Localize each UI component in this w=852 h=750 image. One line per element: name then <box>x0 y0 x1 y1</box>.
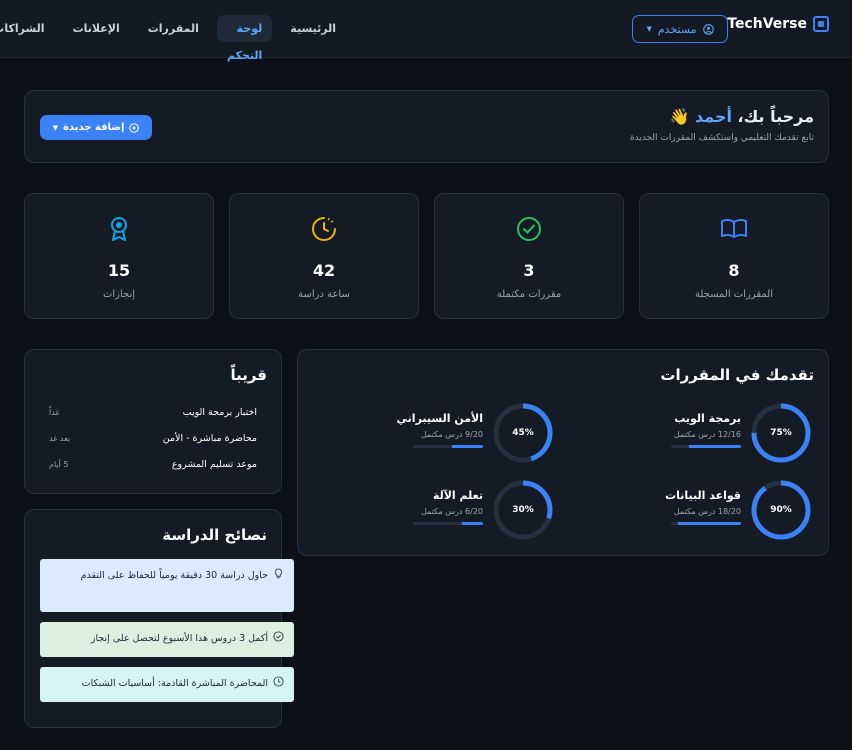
upcoming-item-title: موعد تسليم المشروع <box>172 459 258 470</box>
progress-bar-fill <box>689 445 742 448</box>
progress-percent: 30% <box>513 505 535 515</box>
progress-percent: 75% <box>771 428 793 438</box>
stat-label: ساعة دراسة <box>299 289 351 300</box>
nav-link-announcements[interactable]: الإعلانات <box>64 15 131 42</box>
stat-card-enrolled: 8 المقررات المسجلة <box>640 193 830 319</box>
user-menu-button[interactable]: مستخدم ▼ <box>633 15 729 43</box>
plus-circle-icon <box>130 122 141 133</box>
welcome-title: مرحباً بك، أحمد 👋 <box>670 107 815 126</box>
brand-name: TechVerse <box>728 16 808 32</box>
tip-text: أكمل 3 دروس هذا الأسبوع لتحصل على إنجاز <box>91 633 269 644</box>
welcome-card: مرحباً بك، أحمد 👋 تابع تقدمك التعليمي وا… <box>25 90 830 163</box>
progress-bar <box>672 445 742 448</box>
course-progress-card: تقدمك في المقررات 75% برمجة الويب 12/16 … <box>298 349 830 556</box>
award-icon <box>112 217 128 241</box>
course-name: تعلم الآلة <box>433 489 484 502</box>
upcoming-card: قريباً اختبار برمجة الويب غداً محاضرة مب… <box>25 349 283 494</box>
study-tips-card: نصائح الدراسة حاول دراسة 30 دقيقة يومياً… <box>25 509 295 728</box>
check-circle-icon <box>518 217 542 241</box>
stat-label: المقررات المسجلة <box>695 289 775 300</box>
course-item[interactable]: 30% تعلم الآلة 6/20 درس مكتمل <box>298 478 556 542</box>
nav-link-home[interactable]: الرئيسية <box>281 15 347 42</box>
tip-text: المحاضرة المباشرة القادمة: أساسيات الشبك… <box>82 678 269 689</box>
course-item[interactable]: 90% قواعد البيانات 18/20 درس مكتمل <box>556 478 814 542</box>
tip-item: المحاضرة المباشرة القادمة: أساسيات الشبك… <box>41 667 295 702</box>
stat-card-hours: 42 ساعة دراسة <box>230 193 420 319</box>
caret-down-icon: ▼ <box>53 123 60 132</box>
course-name: برمجة الويب <box>675 412 742 425</box>
stat-label: إنجازات <box>103 289 137 300</box>
progress-title: تقدمك في المقررات <box>661 366 815 384</box>
course-progress-text: 18/20 درس مكتمل <box>674 507 742 516</box>
course-name: قواعد البيانات <box>666 489 742 502</box>
progress-bar <box>672 522 742 525</box>
user-menu-label: مستخدم <box>658 22 698 36</box>
brand-logo[interactable]: TechVerse <box>728 16 830 32</box>
upcoming-item[interactable]: محاضرة مباشرة - الأمن بعد غد <box>50 433 258 447</box>
course-progress-text: 9/20 درس مكتمل <box>421 430 484 439</box>
upcoming-item[interactable]: اختبار برمجة الويب غداً <box>50 407 258 421</box>
user-icon <box>703 23 715 35</box>
tips-title: نصائح الدراسة <box>163 526 268 544</box>
nav-link-dashboard[interactable]: لوحة التحكم <box>217 15 274 62</box>
stat-label: مقررات مكتملة <box>497 289 563 300</box>
stat-value: 42 <box>313 261 337 280</box>
stat-card-completed: 3 مقررات مكتملة <box>435 193 625 319</box>
progress-bar-fill <box>452 445 484 448</box>
clock-icon <box>274 676 285 687</box>
progress-bar-fill <box>679 522 742 525</box>
user-name: أحمد <box>695 107 733 126</box>
upcoming-item[interactable]: موعد تسليم المشروع 5 أيام <box>50 459 258 473</box>
add-new-label: إضافة جديدة <box>64 122 126 133</box>
course-item[interactable]: 75% برمجة الويب 12/16 درس مكتمل <box>556 401 814 465</box>
lightbulb-icon <box>275 568 284 579</box>
nav-link-partnerships[interactable]: الشراكات <box>0 15 56 42</box>
nav-links: الرئيسية لوحة التحكم المقررات الإعلانات … <box>0 15 347 62</box>
upcoming-title: قريباً <box>231 366 268 384</box>
clock-icon <box>313 217 337 241</box>
progress-bar <box>414 522 484 525</box>
tip-text: حاول دراسة 30 دقيقة يومياً للحفاظ على ال… <box>81 570 269 581</box>
caret-down-icon: ▼ <box>647 25 653 33</box>
stat-card-achievements: 15 إنجازات <box>25 193 215 319</box>
stat-value: 3 <box>524 261 536 280</box>
tip-item: أكمل 3 دروس هذا الأسبوع لتحصل على إنجاز <box>41 622 295 657</box>
upcoming-item-time: غداً <box>50 408 61 417</box>
add-new-button[interactable]: إضافة جديدة ▼ <box>41 115 153 140</box>
greeting-text: مرحباً بك، <box>738 107 815 126</box>
upcoming-item-time: بعد غد <box>50 434 72 443</box>
course-item[interactable]: 45% الأمن السيبراني 9/20 درس مكتمل <box>298 401 556 465</box>
course-name: الأمن السيبراني <box>397 412 484 425</box>
welcome-subtitle: تابع تقدمك التعليمي واستكشف المقررات الج… <box>630 133 815 143</box>
check-circle-icon <box>274 631 285 642</box>
wave-emoji: 👋 <box>670 107 691 126</box>
chip-icon <box>814 16 830 32</box>
course-progress-text: 12/16 درس مكتمل <box>674 430 742 439</box>
course-progress-text: 6/20 درس مكتمل <box>421 507 484 516</box>
book-icon <box>722 218 748 238</box>
upcoming-item-time: 5 أيام <box>50 460 70 469</box>
top-navbar: TechVerse مستخدم ▼ الرئيسية لوحة التحكم … <box>0 0 852 62</box>
upcoming-item-title: اختبار برمجة الويب <box>183 407 258 418</box>
progress-bar <box>414 445 484 448</box>
progress-percent: 45% <box>513 428 535 438</box>
upcoming-item-title: محاضرة مباشرة - الأمن <box>163 433 258 444</box>
progress-percent: 90% <box>771 505 793 515</box>
tip-item: حاول دراسة 30 دقيقة يومياً للحفاظ على ال… <box>41 559 295 612</box>
nav-link-courses[interactable]: المقررات <box>139 15 210 42</box>
progress-bar-fill <box>463 522 484 525</box>
stat-value: 15 <box>108 261 132 280</box>
stat-value: 8 <box>729 261 741 280</box>
